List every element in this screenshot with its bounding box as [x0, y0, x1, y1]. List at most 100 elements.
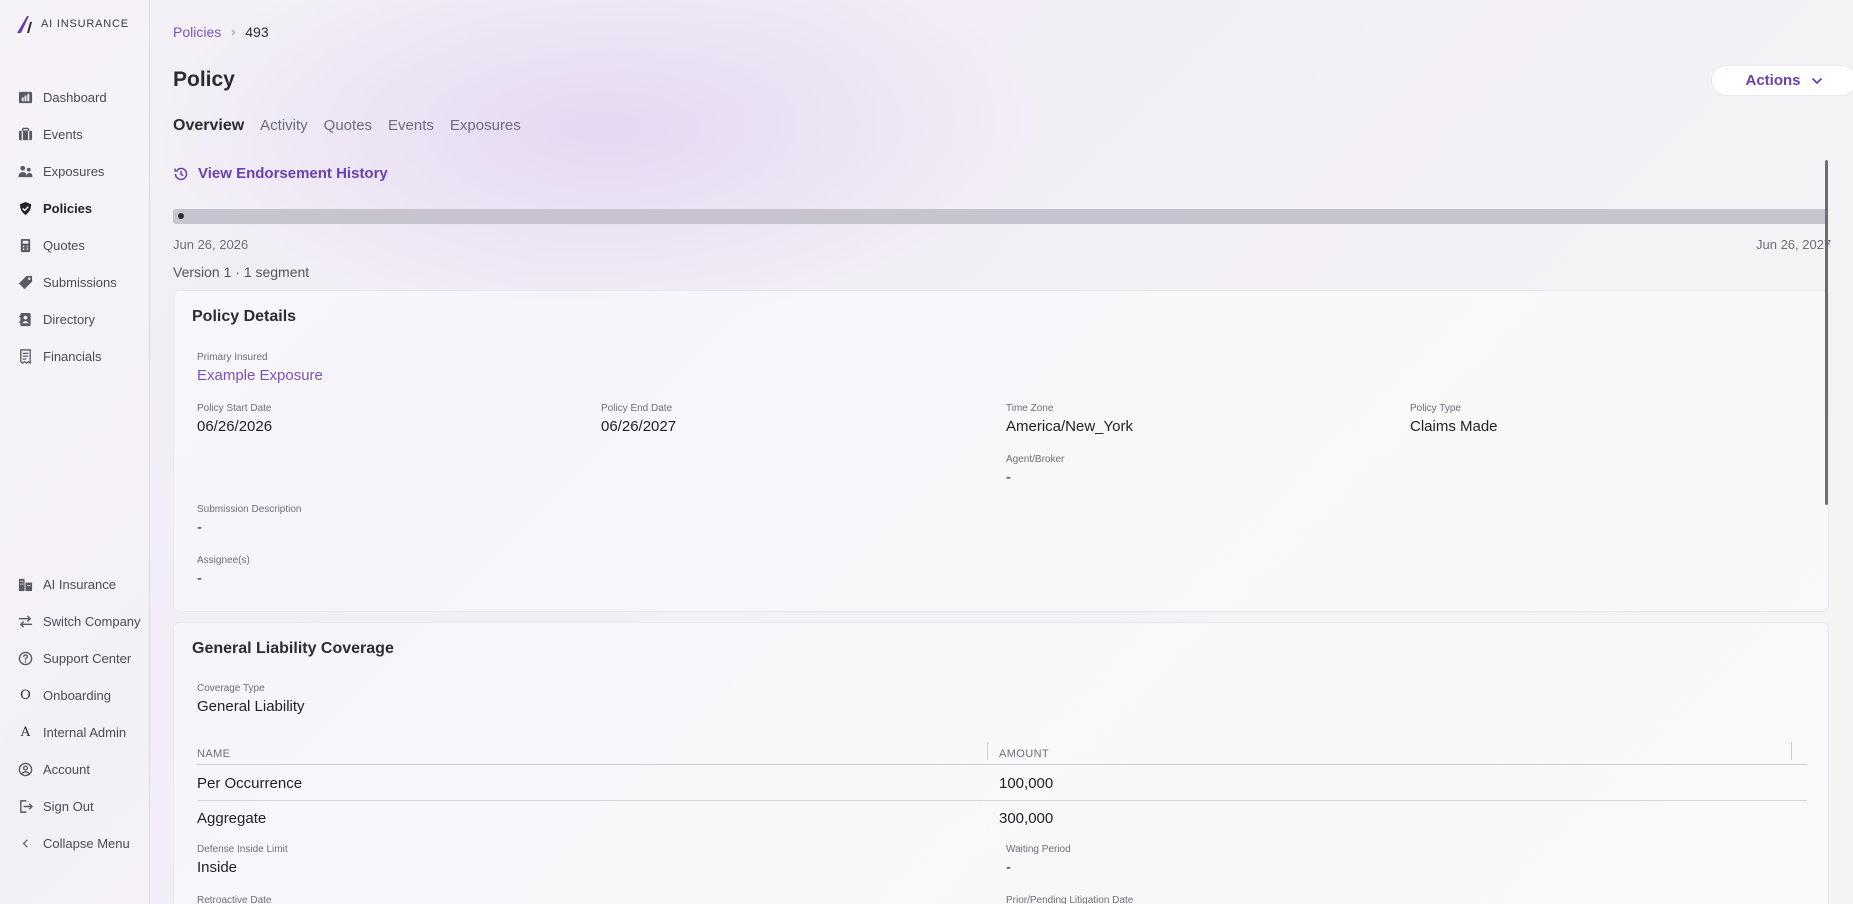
- sidebar-item-financials[interactable]: Financials: [0, 338, 150, 375]
- field-label: Defense Inside Limit: [197, 844, 288, 855]
- sidebar-nav-secondary: AI Insurance Switch Company Support Cent…: [0, 566, 150, 862]
- app-logo[interactable]: AI INSURANCE: [15, 14, 129, 34]
- tab-quotes[interactable]: Quotes: [324, 117, 372, 135]
- tab-bar: Overview Activity Quotes Events Exposure…: [173, 117, 521, 135]
- field-value: America/New_York: [1006, 418, 1133, 435]
- prior-pending-litigation-date-field: Prior/Pending Litigation Date: [1006, 895, 1133, 904]
- breadcrumb-link-policies[interactable]: Policies: [173, 24, 221, 40]
- switch-arrows-icon: [18, 614, 33, 629]
- tab-overview[interactable]: Overview: [173, 117, 244, 135]
- general-liability-coverage-card: General Liability Coverage Coverage Type…: [173, 622, 1829, 904]
- card-title: General Liability Coverage: [192, 640, 394, 657]
- field-value: Claims Made: [1410, 418, 1498, 435]
- chevron-down-icon: [1811, 77, 1822, 84]
- breadcrumb: Policies › 493: [173, 24, 269, 40]
- field-label: Assignee(s): [197, 555, 250, 566]
- row-name: Per Occurrence: [197, 775, 303, 792]
- letter-o-icon: O: [20, 688, 31, 703]
- sidebar-item-sign-out[interactable]: Sign Out: [0, 788, 150, 825]
- sidebar-item-label: Onboarding: [43, 688, 111, 703]
- breadcrumb-separator-icon: ›: [231, 25, 236, 39]
- sign-out-icon: [18, 799, 33, 814]
- sidebar-item-switch-company[interactable]: Switch Company: [0, 603, 150, 640]
- sidebar-item-label: Directory: [43, 312, 96, 327]
- card-title: Policy Details: [192, 308, 297, 325]
- tab-activity[interactable]: Activity: [260, 117, 308, 135]
- defense-inside-limit-field: Defense Inside Limit Inside: [197, 844, 288, 876]
- field-value: 06/26/2026: [197, 418, 273, 435]
- column-header-name[interactable]: NAME: [197, 748, 230, 760]
- sidebar-item-label: Policies: [43, 201, 93, 216]
- table-row[interactable]: Aggregate 300,000: [197, 801, 1807, 836]
- logo-text: AI INSURANCE: [41, 18, 129, 30]
- field-label: Prior/Pending Litigation Date: [1006, 895, 1134, 904]
- tab-exposures[interactable]: Exposures: [450, 117, 521, 135]
- sidebar-item-collapse-menu[interactable]: Collapse Menu: [0, 825, 150, 862]
- primary-insured-link[interactable]: Example Exposure: [197, 367, 323, 384]
- sidebar-item-exposures[interactable]: Exposures: [0, 153, 150, 190]
- field-label: Time Zone: [1006, 403, 1054, 414]
- row-name: Aggregate: [197, 810, 267, 827]
- column-divider[interactable]: [1791, 742, 1792, 760]
- endorsement-label: View Endorsement History: [198, 165, 388, 182]
- agent-broker-field: Agent/Broker -: [1006, 454, 1064, 486]
- sidebar-item-account[interactable]: Account: [0, 751, 150, 788]
- assignees-field: Assignee(s) -: [197, 555, 250, 587]
- sidebar: AI INSURANCE Dashboard Events Exposures …: [0, 0, 150, 904]
- row-amount: 100,000: [999, 775, 1054, 792]
- view-endorsement-history-link[interactable]: View Endorsement History: [173, 165, 388, 182]
- sidebar-item-onboarding[interactable]: O Onboarding: [0, 677, 150, 714]
- timeline-marker[interactable]: [178, 213, 184, 219]
- chevron-left-icon: [18, 836, 33, 851]
- policy-details-card: Policy Details Primary Insured Example E…: [173, 290, 1829, 612]
- timeline-start-date: Jun 26, 2026: [173, 237, 249, 252]
- building-icon: [18, 577, 33, 592]
- sidebar-item-label: Support Center: [43, 651, 132, 666]
- field-value: -: [197, 519, 202, 536]
- field-label: Policy End Date: [601, 403, 673, 414]
- actions-button[interactable]: Actions: [1711, 65, 1853, 96]
- sidebar-item-label: Account: [43, 762, 90, 777]
- field-label: Policy Start Date: [197, 403, 272, 414]
- sidebar-item-ai-insurance[interactable]: AI Insurance: [0, 566, 150, 603]
- sidebar-item-policies[interactable]: Policies: [0, 190, 150, 227]
- sidebar-item-quotes[interactable]: Quotes: [0, 227, 150, 264]
- column-header-amount[interactable]: AMOUNT: [999, 748, 1049, 760]
- sidebar-item-directory[interactable]: Directory: [0, 301, 150, 338]
- coverage-type-field: Coverage Type General Liability: [197, 683, 305, 715]
- policy-type-field: Policy Type Claims Made: [1410, 403, 1498, 435]
- field-value: General Liability: [197, 698, 305, 715]
- sidebar-item-submissions[interactable]: Submissions: [0, 264, 150, 301]
- scrollbar-thumb[interactable]: [1825, 160, 1828, 505]
- user-circle-icon: [18, 762, 33, 777]
- field-value: Inside: [197, 859, 238, 876]
- sidebar-item-dashboard[interactable]: Dashboard: [0, 79, 150, 116]
- sidebar-item-label: Sign Out: [43, 799, 94, 814]
- policy-timeline-bar[interactable]: [173, 209, 1828, 224]
- sidebar-item-label: Exposures: [43, 164, 105, 179]
- sidebar-item-label: Collapse Menu: [43, 836, 130, 851]
- column-divider[interactable]: [987, 742, 988, 760]
- field-value: -: [1006, 859, 1011, 876]
- table-row[interactable]: Per Occurrence 100,000: [197, 766, 1807, 801]
- sidebar-item-label: Financials: [43, 349, 102, 364]
- letter-a-icon: A: [20, 725, 31, 740]
- row-amount: 300,000: [999, 810, 1054, 827]
- actions-label: Actions: [1745, 72, 1801, 89]
- field-value: 06/26/2027: [601, 418, 677, 435]
- sidebar-item-label: Switch Company: [43, 614, 141, 629]
- people-icon: [18, 164, 33, 179]
- briefcase-icon: [18, 127, 33, 142]
- field-label: Coverage Type: [197, 683, 265, 694]
- coverage-table-header: NAME AMOUNT: [197, 740, 1807, 765]
- sidebar-item-support-center[interactable]: Support Center: [0, 640, 150, 677]
- tab-events[interactable]: Events: [388, 117, 434, 135]
- sidebar-item-events[interactable]: Events: [0, 116, 150, 153]
- time-zone-field: Time Zone America/New_York: [1006, 403, 1133, 435]
- receipt-icon: [18, 349, 33, 364]
- sidebar-item-internal-admin[interactable]: A Internal Admin: [0, 714, 150, 751]
- field-label: Submission Description: [197, 504, 302, 515]
- sidebar-item-label: Internal Admin: [43, 725, 127, 740]
- question-circle-icon: [18, 651, 33, 666]
- timeline-end-date: Jun 26, 2027: [1756, 237, 1832, 252]
